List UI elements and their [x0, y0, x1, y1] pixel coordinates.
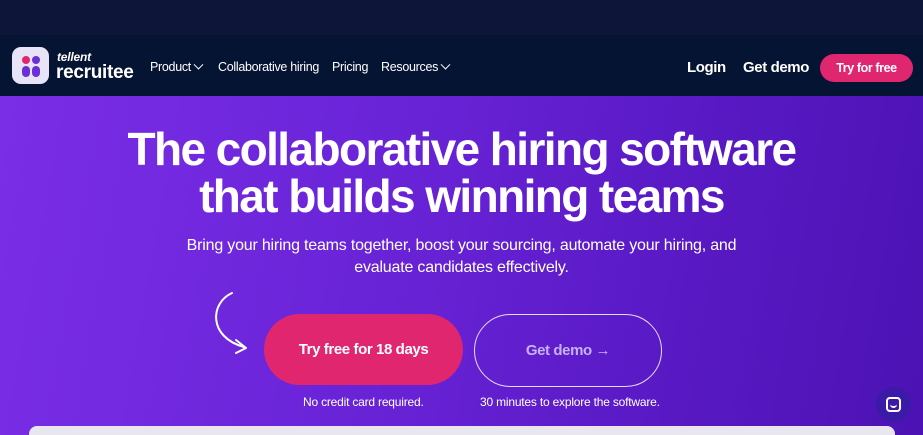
no-credit-card-note: No credit card required. — [303, 395, 424, 409]
nav-item-resources[interactable]: Resources — [381, 59, 451, 74]
hero-title-line1: The collaborative hiring software — [127, 123, 797, 175]
hero-title: The collaborative hiring software that b… — [0, 126, 923, 220]
try-free-button[interactable]: Try free for 18 days — [264, 314, 463, 385]
login-link[interactable]: Login — [687, 59, 726, 76]
logo-icon[interactable] — [12, 47, 49, 84]
nav-item-label: Pricing — [332, 60, 369, 74]
nav-item-product[interactable]: Product — [150, 59, 204, 74]
nav-item-label: Product — [150, 60, 191, 74]
hero-section: The collaborative hiring software that b… — [0, 96, 923, 435]
demo-duration-note: 30 minutes to explore the software. — [480, 395, 660, 409]
chevron-down-icon — [440, 59, 451, 70]
navbar: tellent recruitee Product Collaborative … — [0, 35, 923, 96]
product-preview — [29, 426, 895, 435]
logo-recruitee-text[interactable]: recruitee — [56, 62, 134, 84]
nav-item-pricing[interactable]: Pricing — [332, 60, 368, 74]
chat-icon — [886, 397, 901, 412]
nav-item-collaborative-hiring[interactable]: Collaborative hiring — [218, 60, 319, 74]
hero-subtitle: Bring your hiring teams together, boost … — [150, 235, 773, 279]
curved-arrow-icon — [215, 292, 247, 354]
nav-item-label: Resources — [381, 60, 439, 74]
hero-subtitle-line2: evaluate candidates effectively. — [354, 259, 569, 276]
chat-button[interactable] — [876, 387, 911, 422]
nav-item-label: Collaborative hiring — [218, 60, 320, 74]
hero-subtitle-line1: Bring your hiring teams together, boost … — [186, 237, 737, 254]
get-demo-link[interactable]: Get demo — [743, 59, 809, 76]
try-for-free-button[interactable]: Try for free — [820, 54, 913, 82]
chevron-down-icon — [193, 59, 204, 70]
top-strip — [0, 0, 923, 35]
get-demo-button[interactable]: Get demo → — [474, 314, 662, 387]
hero-title-line2: that builds winning teams — [199, 170, 725, 222]
